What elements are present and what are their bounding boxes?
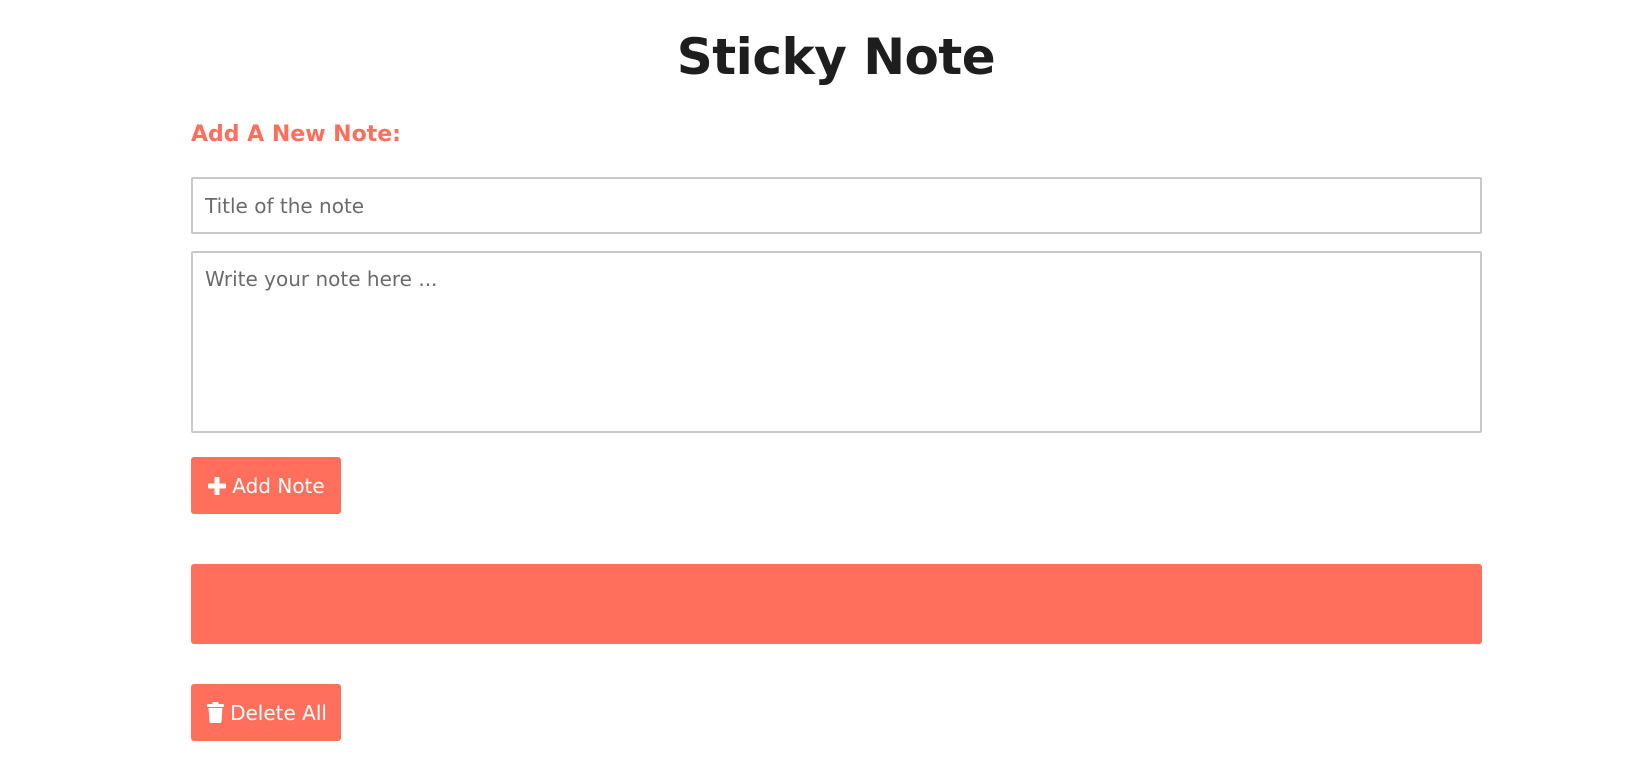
note-body-textarea[interactable] xyxy=(191,251,1482,433)
delete-all-button[interactable]: Delete All xyxy=(191,684,341,741)
add-note-button[interactable]: Add Note xyxy=(191,457,341,514)
trash-icon xyxy=(205,702,225,724)
plus-icon xyxy=(207,475,227,497)
add-note-label: Add Note xyxy=(232,473,325,498)
add-note-heading: Add A New Note: xyxy=(191,122,401,147)
notes-container xyxy=(191,564,1482,644)
delete-all-label: Delete All xyxy=(230,700,327,725)
page-title: Sticky Note xyxy=(676,28,996,86)
note-title-input[interactable] xyxy=(191,177,1482,234)
